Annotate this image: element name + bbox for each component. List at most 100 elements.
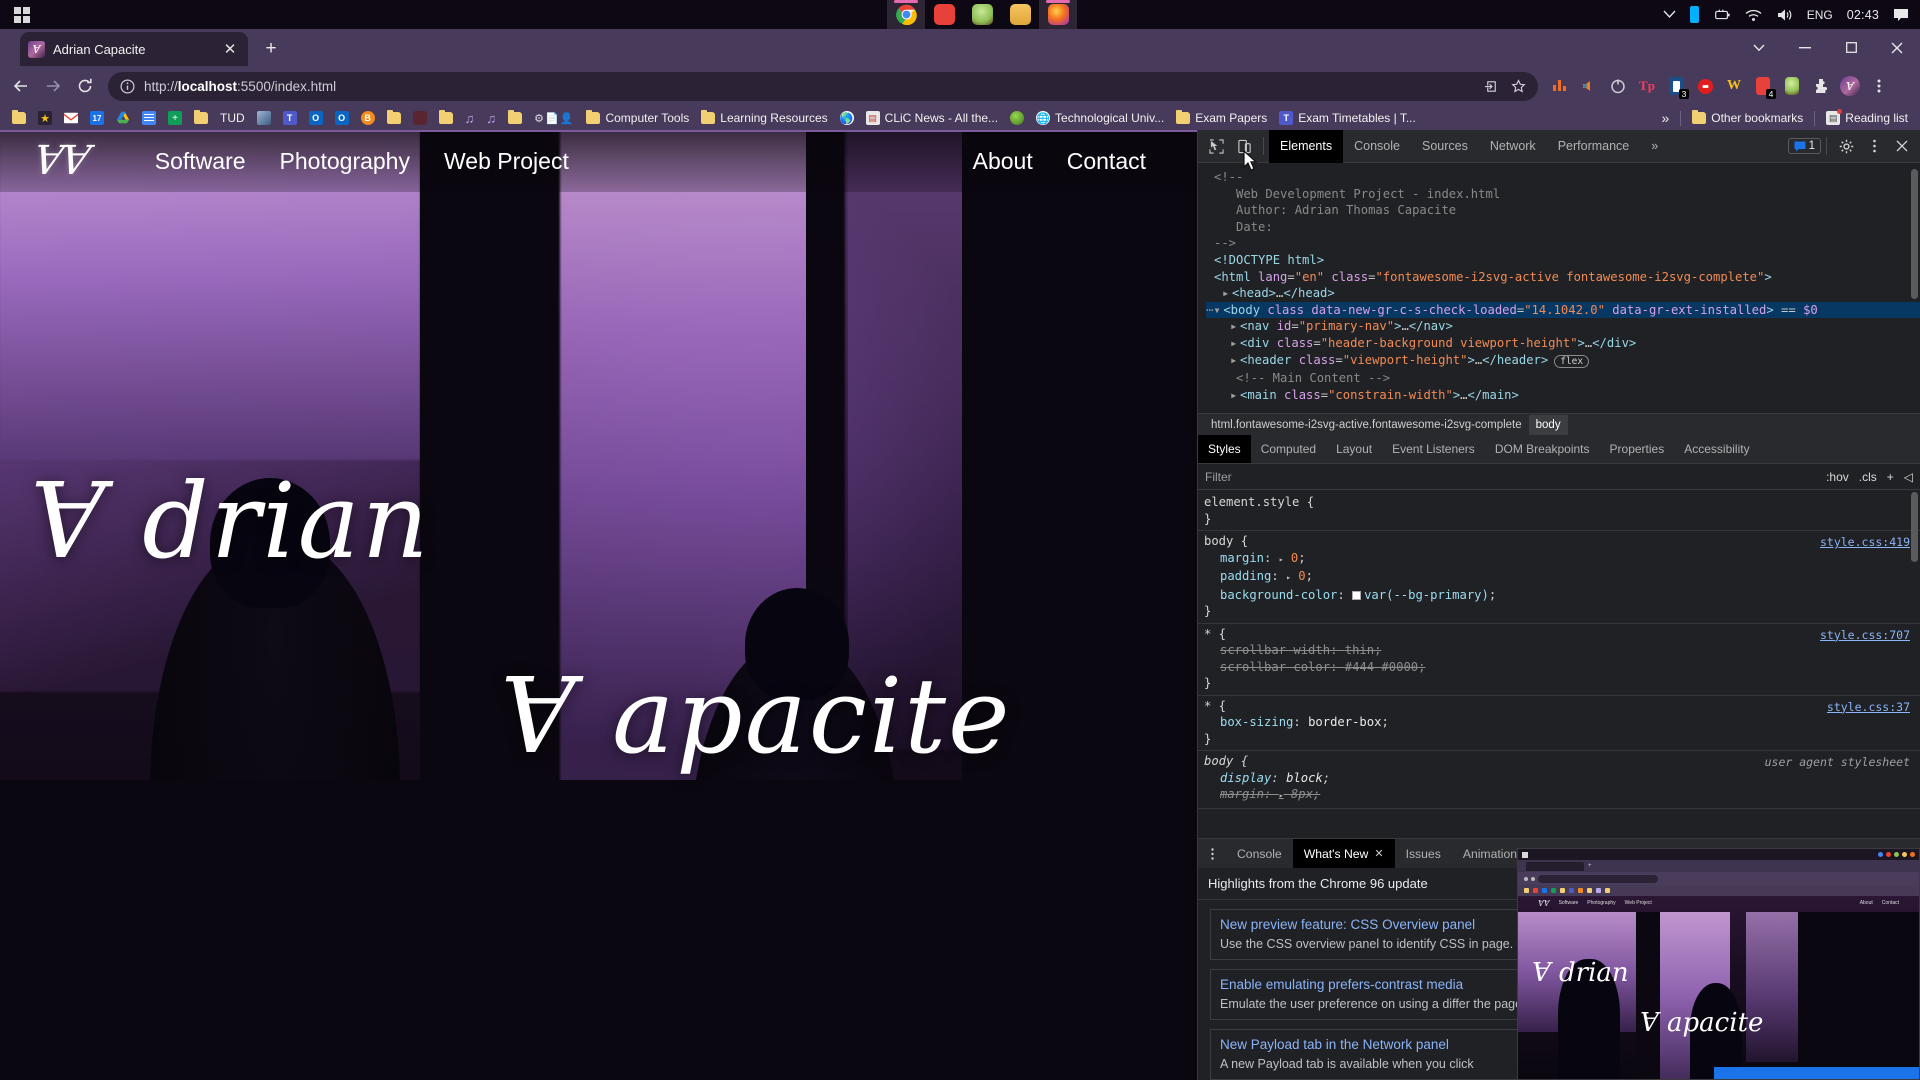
wifi-icon[interactable] [1738, 0, 1769, 29]
nav-link-photography[interactable]: Photography [263, 148, 427, 175]
puzzle-ext-icon[interactable] [1807, 72, 1835, 100]
tp-ext-icon[interactable]: Tp [1633, 72, 1661, 100]
bookmark-star-icon[interactable] [1511, 78, 1526, 94]
code-line-body-selected[interactable]: ⋯▾ <body class data-new-gr-c-s-check-load… [1206, 301, 1920, 319]
forward-button[interactable] [38, 71, 68, 101]
code-line-nav[interactable]: ▸ <nav id="primary-nav">…</nav> [1206, 318, 1920, 335]
drawer-more-icon[interactable] [1198, 841, 1226, 867]
devtools-tab-sources[interactable]: Sources [1411, 130, 1479, 163]
close-icon[interactable]: ✕ [1374, 847, 1383, 860]
bookmark-item-red[interactable] [407, 107, 433, 129]
share-icon[interactable] [1484, 79, 1499, 94]
grammarly-ext-icon[interactable]: 4 [1749, 72, 1777, 100]
show-hidden-icons-button[interactable] [1656, 0, 1683, 29]
bookmark-item-computer-tools[interactable]: Computer Tools [580, 107, 695, 129]
styles-scrollbar[interactable] [1911, 492, 1918, 562]
speaker-ext-icon[interactable] [1575, 72, 1603, 100]
devtools-tab-network[interactable]: Network [1479, 130, 1547, 163]
wikiwand-ext-icon[interactable]: W [1720, 72, 1748, 100]
site-info-icon[interactable] [120, 78, 135, 94]
bookmark-item-greenball[interactable] [1004, 107, 1030, 129]
new-tab-button[interactable]: + [258, 39, 284, 61]
tab-search-button[interactable] [1736, 29, 1782, 66]
breadcrumb-item-html[interactable]: html.fontawesome-i2svg-active.fontawesom… [1204, 415, 1529, 435]
bookmark-item-learning-resources[interactable]: Learning Resources [695, 107, 833, 129]
bookmark-item-calendar[interactable]: 17 [84, 107, 110, 129]
devtools-tab-performance[interactable]: Performance [1547, 130, 1641, 163]
volume-icon[interactable] [1769, 0, 1800, 29]
notification-center-icon[interactable] [1886, 0, 1916, 29]
color-swatch[interactable] [1352, 590, 1362, 600]
tab-close-icon[interactable]: ✕ [220, 42, 240, 57]
css-declaration[interactable]: display: block; [1198, 770, 1920, 787]
nav-link-software[interactable]: Software [138, 148, 263, 175]
start-button[interactable] [0, 0, 44, 29]
bookmark-item[interactable] [502, 107, 528, 129]
bookmark-item-exam-timetables[interactable]: T Exam Timetables | T... [1273, 107, 1422, 129]
drawer-tab-console[interactable]: Console [1226, 839, 1293, 868]
taskbar-app-file-explorer[interactable] [1001, 0, 1039, 29]
cls-toggle[interactable]: .cls [1859, 470, 1877, 484]
bookmark-item-tools[interactable]: ⚙📄👤 [528, 107, 580, 129]
clock[interactable]: 02:43 [1840, 0, 1886, 29]
power-ext-icon[interactable] [1604, 72, 1632, 100]
css-declaration[interactable]: background-color: var(--bg-primary); [1198, 587, 1920, 604]
devtools-message-badge[interactable]: 1 [1787, 138, 1821, 154]
bookmark-item-music2[interactable]: ♫ [480, 107, 502, 129]
bookmark-item[interactable]: ★ [32, 107, 58, 129]
flex-badge[interactable]: flex [1554, 354, 1590, 368]
tab-accessibility[interactable]: Accessibility [1674, 435, 1759, 463]
bookmark-item[interactable] [433, 107, 459, 129]
css-rule-universal-scrollbar[interactable]: style.css:707 * { scrollbar-width: thin;… [1198, 624, 1920, 696]
bookmark-item-music[interactable]: ♫ [459, 107, 481, 129]
drawer-tab-whats-new[interactable]: What's New ✕ [1292, 839, 1395, 868]
bookmark-item-globe[interactable]: 🌎 [834, 107, 860, 129]
language-indicator[interactable]: ENG [1800, 0, 1840, 29]
battery-icon[interactable] [1683, 0, 1706, 29]
tab-layout[interactable]: Layout [1326, 435, 1382, 463]
nav-link-contact[interactable]: Contact [1050, 148, 1163, 175]
css-rule-element-style[interactable]: element.style { } [1198, 492, 1920, 531]
tab-computed[interactable]: Computed [1251, 435, 1326, 463]
bookmark-item-teams[interactable]: T [277, 107, 303, 129]
bookmark-item-outlook[interactable]: O [303, 107, 329, 129]
browser-tab[interactable]: Ɐ Adrian Capacite ✕ [20, 32, 248, 66]
css-rule-body[interactable]: style.css:419 body { margin: ▸ 0; paddin… [1198, 531, 1920, 624]
bookmark-item[interactable] [188, 107, 214, 129]
kebab-menu-icon[interactable] [1860, 133, 1888, 159]
site-logo[interactable]: ⱯⱯ [31, 138, 91, 184]
nav-link-about[interactable]: About [956, 148, 1050, 175]
styles-filter-input[interactable]: Filter [1205, 470, 1816, 484]
pocket-ext-icon[interactable]: 3 [1662, 72, 1690, 100]
tab-properties[interactable]: Properties [1600, 435, 1675, 463]
bookmark-item-gmail[interactable] [58, 107, 84, 129]
code-line-div[interactable]: ▸ <div class="header-background viewport-… [1206, 335, 1920, 352]
nav-link-web-project[interactable]: Web Project [427, 148, 586, 175]
bookmark-item-tud[interactable]: TUD [214, 107, 251, 129]
analytics-ext-icon[interactable] [1546, 72, 1574, 100]
bookmark-item-drive[interactable] [110, 107, 136, 129]
tab-dom-breakpoints[interactable]: DOM Breakpoints [1485, 435, 1600, 463]
bookmarks-overflow-button[interactable]: » [1655, 107, 1675, 129]
evernote-ext-icon[interactable] [1778, 72, 1806, 100]
devtools-tabs-overflow[interactable]: » [1640, 130, 1669, 163]
screen-share-preview[interactable]: + ⱯⱯ Software Photography Web Project Ab [1517, 848, 1920, 1080]
code-line-main[interactable]: ▸ <main class="constrain-width">…</main> [1206, 387, 1920, 404]
address-bar[interactable]: http://localhost:5500/index.html [108, 71, 1538, 101]
css-declaration[interactable]: margin: ▸ 0; [1198, 550, 1920, 569]
css-declaration[interactable]: padding: ▸ 0; [1198, 568, 1920, 587]
bookmark-item-clic-news[interactable]: ▤ CLiC News - All the... [860, 107, 1004, 129]
styles-pane[interactable]: element.style { } style.css:419 body { m… [1198, 490, 1920, 838]
bookmark-item-docs[interactable] [136, 107, 162, 129]
bookmark-item-photo[interactable] [251, 107, 277, 129]
hov-toggle[interactable]: :hov [1826, 470, 1849, 484]
bookmark-item-outlook2[interactable]: O [329, 107, 355, 129]
taskbar-app-evernote[interactable] [963, 0, 1001, 29]
bookmark-item-sheets[interactable]: + [162, 107, 188, 129]
reading-list-button[interactable]: ▤ Reading list [1820, 107, 1914, 129]
power-plug-icon[interactable] [1706, 0, 1738, 29]
tab-event-listeners[interactable]: Event Listeners [1382, 435, 1485, 463]
maximize-button[interactable] [1828, 29, 1874, 66]
new-style-rule-button[interactable]: + [1887, 470, 1894, 484]
bookmark-item[interactable] [6, 107, 32, 129]
